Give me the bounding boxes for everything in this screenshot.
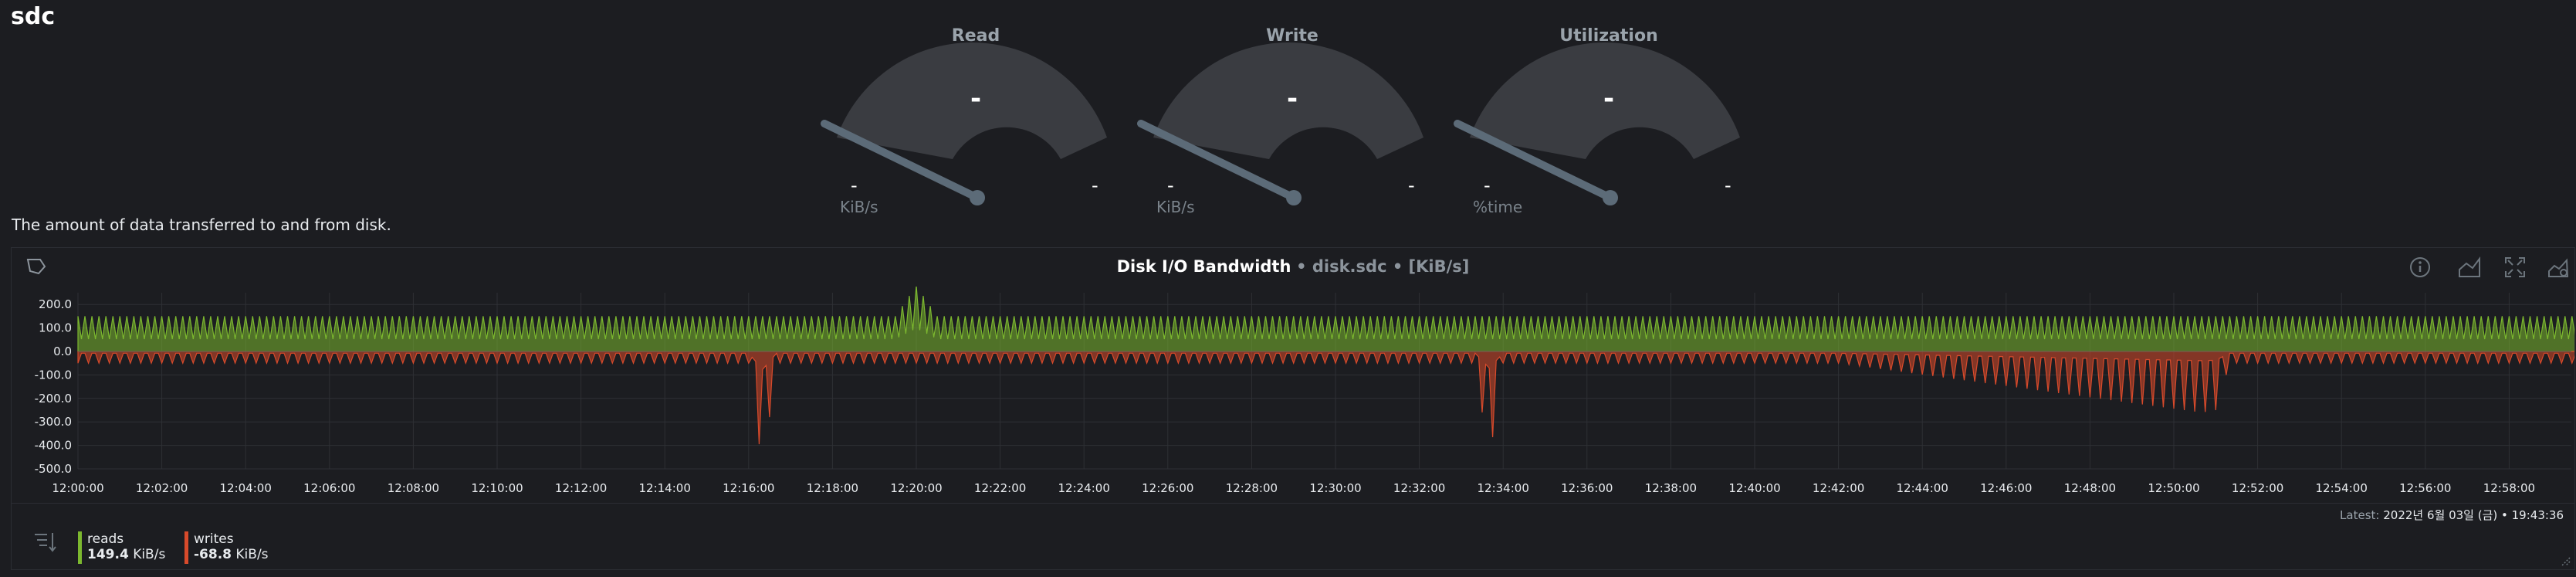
gauge-read: Read - - - KiB/s: [814, 23, 1138, 216]
x-tick-label: 12:00:00: [52, 481, 103, 495]
x-tick-label: 12:56:00: [2399, 481, 2451, 495]
legend-name-writes: writes: [194, 531, 234, 547]
x-tick-label: 12:06:00: [303, 481, 355, 495]
legend-swatch-reads: [78, 531, 82, 564]
chart-title-main: Disk I/O Bandwidth: [1116, 257, 1291, 276]
x-tick-label: 12:46:00: [1980, 481, 2032, 495]
x-tick-label: 12:22:00: [974, 481, 1026, 495]
y-tick-label: 200.0: [39, 297, 72, 311]
x-tick-label: 12:20:00: [890, 481, 942, 495]
y-tick-label: 100.0: [39, 321, 72, 335]
series-writes-area: [77, 351, 2574, 445]
x-tick-label: 12:14:00: [639, 481, 691, 495]
y-tick-label: -100.0: [35, 368, 72, 382]
gauge-read-title: Read: [951, 26, 1000, 46]
x-tick-label: 12:04:00: [220, 481, 272, 495]
x-tick-label: 12:38:00: [1645, 481, 1697, 495]
y-tick-label: -200.0: [35, 392, 72, 406]
x-tick-label: 12:40:00: [1728, 481, 1780, 495]
gauge-write: Write - - - KiB/s: [1130, 23, 1454, 216]
x-tick-label: 12:12:00: [555, 481, 607, 495]
latest-timestamp: Latest: 2022년 6월 03일 (금) • 19:43:36: [2340, 508, 2564, 522]
x-tick-label: 12:28:00: [1226, 481, 1278, 495]
gauge-utilization-unit: %time: [1473, 198, 1523, 216]
gauge-utilization-dial: [1454, 42, 1740, 205]
gauge-read-max: -: [1092, 175, 1098, 196]
gauge-write-dial: [1137, 42, 1423, 205]
section-title: sdc: [11, 3, 56, 30]
gauge-utilization-max: -: [1725, 175, 1731, 196]
legend-name-reads: reads: [87, 531, 124, 547]
gauge-write-title: Write: [1266, 26, 1318, 46]
x-tick-label: 12:16:00: [723, 481, 774, 495]
x-tick-label: 12:58:00: [2483, 481, 2535, 495]
x-tick-label: 12:32:00: [1393, 481, 1445, 495]
gauge-write-max: -: [1408, 175, 1415, 196]
x-tick-label: 12:52:00: [2232, 481, 2283, 495]
gauge-write-unit: KiB/s: [1156, 198, 1195, 216]
dashboard-root: sdc Read - - - KiB/s Write - - - KiB/s U…: [0, 0, 2576, 577]
series-reads-area: [77, 287, 2574, 352]
chart-panel: Disk I/O Bandwidth • disk.sdc • [KiB/s] …: [11, 247, 2575, 570]
chart-title-context: • disk.sdc • [KiB/s]: [1296, 257, 1470, 276]
gauge-utilization-value: -: [1603, 83, 1615, 114]
gauge-read-unit: KiB/s: [840, 198, 878, 216]
disk-io-chart[interactable]: 200.0 100.0 0.0 -100.0 -200.0 -300.0 -400.0 -50…: [12, 287, 2574, 503]
x-tick-label: 12:34:00: [1478, 481, 1529, 495]
y-tick-label: -300.0: [35, 415, 72, 429]
gauge-read-dial: [821, 42, 1107, 205]
x-tick-label: 12:10:00: [471, 481, 523, 495]
resize-handle-icon[interactable]: [2559, 555, 2571, 567]
y-tick-label: 0.0: [53, 345, 72, 358]
gauge-read-value: -: [970, 83, 982, 114]
x-tick-label: 12:26:00: [1142, 481, 1193, 495]
gauge-write-min: -: [1167, 175, 1174, 196]
y-tick-label: -500.0: [35, 462, 72, 476]
x-tick-label: 12:54:00: [2316, 481, 2368, 495]
x-tick-label: 12:48:00: [2064, 481, 2116, 495]
legend-swatch-writes: [184, 531, 188, 564]
x-tick-label: 12:08:00: [388, 481, 439, 495]
chart-legend: reads 149.4 KiB/s writes -68.8 KiB/s Lat…: [12, 503, 2574, 570]
x-tick-label: 12:02:00: [136, 481, 188, 495]
x-tick-label: 12:50:00: [2148, 481, 2199, 495]
x-tick-label: 12:18:00: [807, 481, 858, 495]
legend-value-reads: 149.4 KiB/s: [87, 547, 166, 562]
alarm-chart-icon[interactable]: [2547, 256, 2570, 279]
area-chart-icon[interactable]: [2457, 256, 2482, 279]
gauge-utilization-min: -: [1484, 175, 1491, 196]
gauge-utilization-title: Utilization: [1559, 26, 1658, 46]
gauge-read-min: -: [851, 175, 858, 196]
chart-title: Disk I/O Bandwidth • disk.sdc • [KiB/s]: [12, 257, 2574, 276]
y-tick-label: -400.0: [35, 439, 72, 453]
legend-value-writes: -68.8 KiB/s: [194, 547, 269, 562]
x-tick-label: 12:24:00: [1058, 481, 1110, 495]
fullscreen-icon[interactable]: [2503, 256, 2527, 279]
x-tick-label: 12:42:00: [1813, 481, 1864, 495]
x-tick-label: 12:36:00: [1561, 481, 1613, 495]
x-tick-label: 12:44:00: [1897, 481, 1948, 495]
chart-header: Disk I/O Bandwidth • disk.sdc • [KiB/s]: [12, 248, 2574, 287]
gauge-write-value: -: [1286, 83, 1298, 114]
x-tick-label: 12:30:00: [1309, 481, 1361, 495]
sort-icon[interactable]: [33, 531, 58, 553]
gauge-utilization: Utilization - - - %time: [1447, 23, 1771, 216]
chart-description: The amount of data transferred to and fr…: [12, 216, 391, 234]
info-icon[interactable]: [2408, 256, 2432, 279]
